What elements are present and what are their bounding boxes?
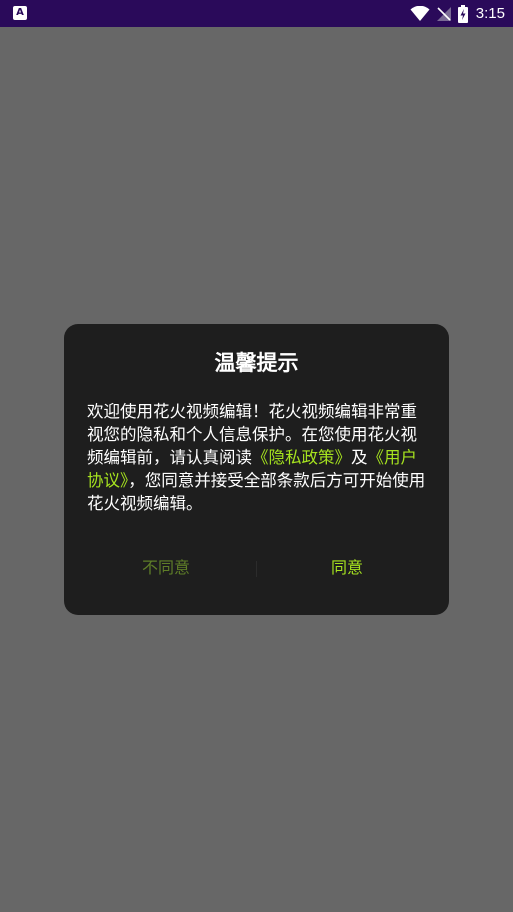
- status-icons: 3:15: [410, 0, 505, 27]
- agree-button[interactable]: 同意: [257, 554, 437, 584]
- status-time: 3:15: [475, 5, 505, 22]
- disagree-button[interactable]: 不同意: [76, 554, 256, 584]
- dialog-message-connector: 及: [351, 448, 368, 467]
- no-signal-icon: [436, 6, 451, 21]
- status-bar: A 3:15: [0, 0, 513, 27]
- wifi-icon: [410, 5, 430, 21]
- dialog-title: 温馨提示: [214, 351, 299, 375]
- privacy-policy-link[interactable]: 《隐私政策》: [252, 448, 351, 467]
- dialog-message-outro: ，您同意并接受全部条款后方可开始使用花火视频编辑。: [87, 471, 426, 513]
- dialog-message: 欢迎使用花火视频编辑！花火视频编辑非常重视您的隐私和个人信息保护。在您使用花火视…: [87, 400, 427, 515]
- battery-charging-icon: [457, 4, 468, 23]
- app-notification-icon: A: [13, 6, 27, 20]
